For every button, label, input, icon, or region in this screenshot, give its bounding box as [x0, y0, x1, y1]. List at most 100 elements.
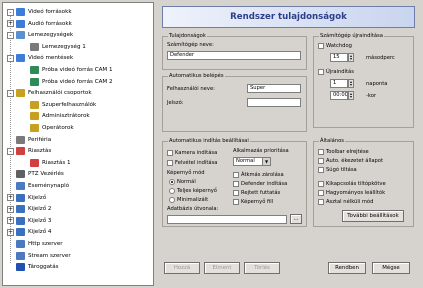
collapse-icon[interactable]: -: [7, 89, 14, 97]
alarm-lock-checkbox[interactable]: [233, 172, 239, 178]
restart-days-spinner[interactable]: ▴ ▾: [348, 79, 354, 88]
tree-item[interactable]: + Kijelző 2: [7, 204, 51, 214]
collapse-icon[interactable]: -: [7, 31, 14, 39]
start-recording-label: Felvétel indítása: [175, 160, 218, 166]
expand-icon[interactable]: +: [7, 217, 14, 225]
daily-restart-label: Újraindítás: [326, 69, 354, 75]
collapse-icon[interactable]: -: [7, 54, 14, 62]
classic-shutdown-checkbox[interactable]: [318, 190, 324, 196]
start-camera-checkbox[interactable]: [167, 150, 173, 156]
tree-item-label: Riasztás: [28, 148, 52, 155]
password-input[interactable]: [247, 98, 301, 107]
watchdog-seconds-input[interactable]: 15: [330, 53, 348, 62]
username-label: Felhasználói neve:: [167, 86, 215, 92]
expand-icon[interactable]: +: [7, 228, 14, 236]
hidden-run-checkbox[interactable]: [233, 190, 239, 196]
watchdog-unit-label: másodperc: [366, 55, 395, 61]
hide-toolbar-checkbox[interactable]: [318, 149, 324, 155]
restart-group: Számítógép újraindítása Watchdog 15 ▴ ▾ m…: [313, 33, 414, 128]
tree-item-label: Lemezegység 1: [42, 43, 86, 50]
disable-shutdown-checkbox[interactable]: [318, 181, 324, 187]
tree-item[interactable]: - Felhasználói csoportok: [7, 88, 92, 98]
tree-item[interactable]: Szuperfelhasználók: [21, 100, 96, 110]
expand-icon[interactable]: +: [7, 194, 14, 202]
auto-login-group-title: Automatikus belépés: [168, 73, 225, 79]
save-button[interactable]: Elment: [204, 262, 240, 274]
auto-accent-checkbox[interactable]: [318, 158, 324, 164]
daily-restart-checkbox[interactable]: [318, 69, 324, 75]
add-button[interactable]: Hozzá: [164, 262, 200, 274]
tree-item-icon: [16, 228, 25, 237]
defender-start-checkbox[interactable]: [233, 181, 239, 187]
db-path-input[interactable]: [167, 215, 287, 224]
alarm-lock-label: Átkmás zárolása: [241, 172, 284, 178]
no-desktop-checkbox[interactable]: [318, 199, 324, 205]
mode-normal-radio[interactable]: [169, 179, 175, 185]
restart-time-spinner[interactable]: ▴ ▾: [348, 91, 354, 100]
disable-help-checkbox[interactable]: [318, 167, 324, 173]
mode-fullscreen-label: Teljes képernyő: [177, 188, 217, 194]
priority-select[interactable]: Normal ▼: [233, 157, 271, 166]
tree-item-label: Kijelző: [28, 194, 47, 201]
collapse-icon[interactable]: -: [7, 147, 14, 155]
tree-item[interactable]: Operátorok: [21, 123, 74, 133]
priority-value: Normal: [236, 158, 255, 164]
tree-item[interactable]: Tároggatás: [7, 262, 59, 272]
tree-item[interactable]: Stream szerver: [7, 251, 71, 261]
tree-item[interactable]: Eseménynapló: [7, 181, 69, 191]
tree-item[interactable]: - Riasztás: [7, 146, 51, 156]
watchdog-checkbox[interactable]: [318, 43, 324, 49]
tree-item[interactable]: Periféria: [7, 135, 51, 145]
tree-item[interactable]: - Lemezegységek: [7, 30, 73, 40]
tree-item[interactable]: + Kijelző: [7, 193, 46, 203]
browse-button[interactable]: ...: [290, 214, 302, 224]
tree-item[interactable]: PTZ Vezérlés: [7, 169, 64, 179]
expand-icon[interactable]: +: [7, 205, 14, 213]
tree-item-label: Operátorok: [42, 125, 74, 131]
restart-time-input[interactable]: 00:00: [330, 91, 348, 100]
screen-lock-label: Képernyő fill: [241, 199, 274, 205]
mode-fullscreen-radio[interactable]: [169, 188, 175, 194]
tree-item[interactable]: + Audió forrásokk: [7, 19, 72, 29]
username-input[interactable]: Super: [247, 84, 301, 93]
tree-item[interactable]: - Videó forrásokk: [7, 7, 72, 17]
tree-item-label: Periféria: [28, 136, 52, 143]
tree-item-icon: [16, 89, 25, 98]
navigation-tree[interactable]: - Videó forrásokk + Audió forrásokk - Lemezeg…: [2, 2, 154, 286]
ok-button[interactable]: Rendben: [328, 262, 366, 274]
tree-item-icon: [30, 124, 39, 132]
tree-item-label: Adminisztrátorok: [42, 113, 90, 120]
restart-days-input[interactable]: 1: [330, 79, 348, 88]
restart-days-unit: naponta: [366, 81, 388, 87]
delete-button[interactable]: Törlés: [244, 262, 280, 274]
start-recording-checkbox[interactable]: [167, 160, 173, 166]
no-desktop-label: Asztal nélküli mód: [326, 199, 374, 205]
tree-item[interactable]: - Videó mentések: [7, 53, 73, 63]
tree-item[interactable]: + Kijelző 3: [7, 216, 51, 226]
tree-item[interactable]: Lemezegység 1: [21, 42, 86, 52]
main-panel: Rendszer tulajdonságok Tulajdonságok Szá…: [156, 2, 421, 286]
tree-item-label: Szuperfelhasználók: [42, 101, 97, 108]
tree-item[interactable]: Riasztás 1: [21, 158, 71, 168]
auto-start-group: Automatikus indítás beállításai Kamera i…: [162, 138, 307, 227]
properties-group: Tulajdonságok Számítógép neve: Defender: [162, 33, 307, 70]
collapse-icon[interactable]: -: [7, 8, 14, 16]
tree-item[interactable]: Próba videó forrás CAM 1: [21, 65, 113, 75]
tree-item[interactable]: + Kijelző 4: [7, 227, 51, 237]
cancel-button[interactable]: Mégse: [372, 262, 410, 274]
expand-icon[interactable]: +: [7, 20, 14, 28]
tree-item[interactable]: Próba videó forrás CAM 2: [21, 77, 113, 87]
screen-lock-checkbox[interactable]: [233, 199, 239, 205]
mode-minimized-radio[interactable]: [169, 197, 175, 203]
watchdog-spinner[interactable]: ▴ ▾: [348, 53, 354, 62]
more-settings-button[interactable]: További beállítások: [342, 210, 404, 222]
tree-item[interactable]: Http szerver: [7, 239, 63, 249]
tree-item[interactable]: Adminisztrátorok: [21, 111, 90, 121]
computer-name-input[interactable]: Defender: [167, 51, 301, 60]
